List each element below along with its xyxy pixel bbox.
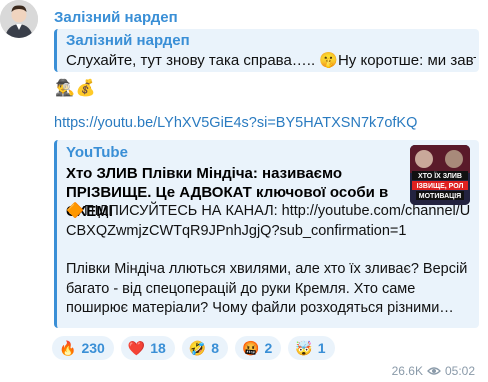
message-bubble: Залізний нардеп Залізний нардеп Слухайте… [44, 0, 488, 382]
reaction-fire[interactable]: 🔥 230 [52, 336, 114, 360]
youtube-link[interactable]: https://youtu.be/LYhXV5GiE4s?si=BY5HATXS… [54, 115, 417, 131]
thumb-text-1: ХТО ЇХ ЗЛИВ [418, 172, 462, 180]
reactions-bar: 🔥 230 ❤️ 18 🤣 8 🤬 2 🤯 1 [52, 336, 335, 360]
preview-description: 🔶ПІДПИСУЙТЕСЬ НА КАНАЛ: http://youtube.c… [66, 202, 471, 338]
reaction-count: 2 [264, 340, 273, 356]
reply-sender-name: Залізний нардеп [66, 32, 190, 49]
heart-icon: ❤️ [127, 339, 146, 356]
reaction-mind-blown[interactable]: 🤯 1 [288, 336, 335, 360]
message-time: 05:02 [444, 364, 475, 378]
preview-desc-subscribe: 🔶ПІДПИСУЙТЕСЬ НА КАНАЛ: http://youtube.c… [66, 203, 471, 239]
laughing-face-icon: 🤣 [188, 339, 207, 356]
view-count: 26.6K [391, 364, 423, 378]
fire-icon: 🔥 [59, 339, 77, 356]
reaction-count: 1 [317, 340, 326, 356]
message-meta: 26.6K 05:02 [392, 364, 475, 378]
emoji-text: 🕵️‍♂️💰 [55, 80, 97, 97]
thumb-text-3: МОТИВАЦІЯ [419, 193, 461, 200]
reaction-count: 230 [81, 340, 105, 356]
preview-thumbnail[interactable]: ХТО ЇХ ЗЛИВ ІЗВИЩЕ, РОЛ МОТИВАЦІЯ [410, 145, 470, 205]
sender-name[interactable]: Залізний нардеп [54, 9, 178, 26]
reaction-heart[interactable]: ❤️ 18 [120, 336, 175, 360]
reaction-angry[interactable]: 🤬 2 [235, 336, 282, 360]
preview-desc-body: Плівки Міндіча ллються хвилями, але хто … [66, 261, 468, 316]
preview-site-name: YouTube [66, 144, 128, 161]
reply-text: Слухайте, тут знову така справа….. 🤫Ну к… [66, 52, 476, 69]
reaction-count: 8 [211, 340, 220, 356]
reaction-count: 18 [150, 340, 166, 356]
thumb-text-2: ІЗВИЩЕ, РОЛ [417, 183, 464, 190]
reply-quote[interactable]: Залізний нардеп Слухайте, тут знову така… [54, 29, 479, 72]
link-preview[interactable]: YouTube Хто ЗЛИВ Плівки Міндіча: називає… [54, 140, 479, 328]
eye-icon [427, 367, 441, 375]
channel-avatar[interactable] [0, 0, 38, 38]
mind-blown-icon: 🤯 [295, 339, 313, 356]
angry-face-icon: 🤬 [242, 339, 260, 356]
reaction-laugh[interactable]: 🤣 8 [181, 336, 229, 360]
